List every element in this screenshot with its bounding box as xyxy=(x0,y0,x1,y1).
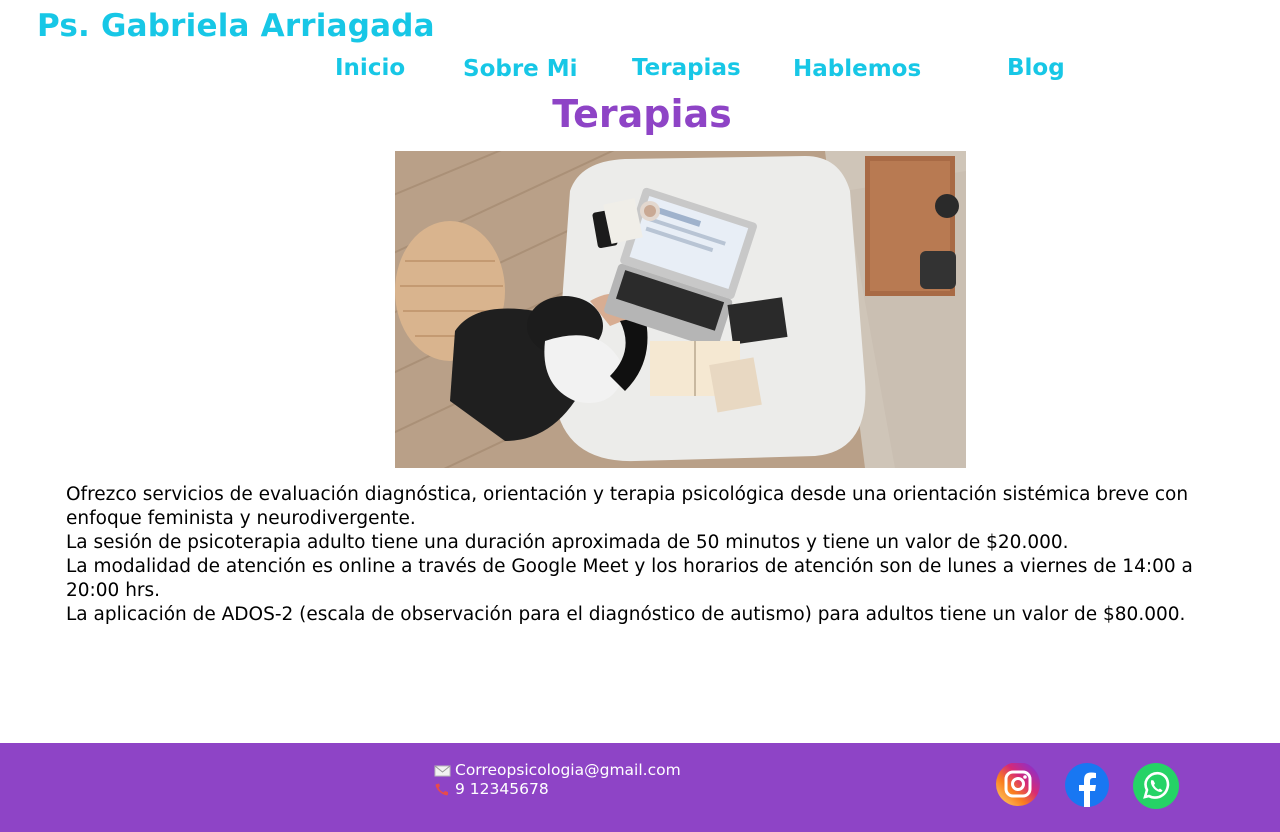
envelope-icon xyxy=(434,763,451,778)
nav-link-sobre-mi[interactable]: Sobre Mi xyxy=(463,56,578,82)
instagram-icon[interactable] xyxy=(995,762,1041,809)
nav-link-blog[interactable]: Blog xyxy=(1007,55,1065,81)
paragraph-session-price: La sesión de psicoterapia adulto tiene u… xyxy=(66,532,1069,553)
paragraph-schedule: La modalidad de atención es online a tra… xyxy=(66,556,1193,601)
contact-info: Correopsicologia@gmail.com 9 12345678 xyxy=(434,761,681,799)
nav-link-hablemos[interactable]: Hablemos xyxy=(793,56,921,82)
contact-email: Correopsicologia@gmail.com xyxy=(434,761,681,780)
site-title[interactable]: Ps. Gabriela Arriagada xyxy=(37,8,435,44)
nav-link-inicio[interactable]: Inicio xyxy=(335,55,405,81)
contact-email-text[interactable]: Correopsicologia@gmail.com xyxy=(455,761,681,780)
therapy-description: Ofrezco servicios de evaluación diagnóst… xyxy=(66,483,1206,627)
contact-phone: 9 12345678 xyxy=(434,780,681,799)
whatsapp-icon[interactable] xyxy=(1133,763,1179,809)
facebook-icon[interactable] xyxy=(1064,763,1110,809)
phone-icon xyxy=(434,782,451,797)
hero-image xyxy=(395,151,966,468)
site-footer: Correopsicologia@gmail.com 9 12345678 xyxy=(0,743,1280,832)
paragraph-services: Ofrezco servicios de evaluación diagnóst… xyxy=(66,484,1189,529)
contact-phone-text[interactable]: 9 12345678 xyxy=(455,780,549,799)
paragraph-ados-price: La aplicación de ADOS-2 (escala de obser… xyxy=(66,604,1186,625)
page-title: Terapias xyxy=(552,92,732,136)
nav-link-terapias[interactable]: Terapias xyxy=(632,55,741,81)
